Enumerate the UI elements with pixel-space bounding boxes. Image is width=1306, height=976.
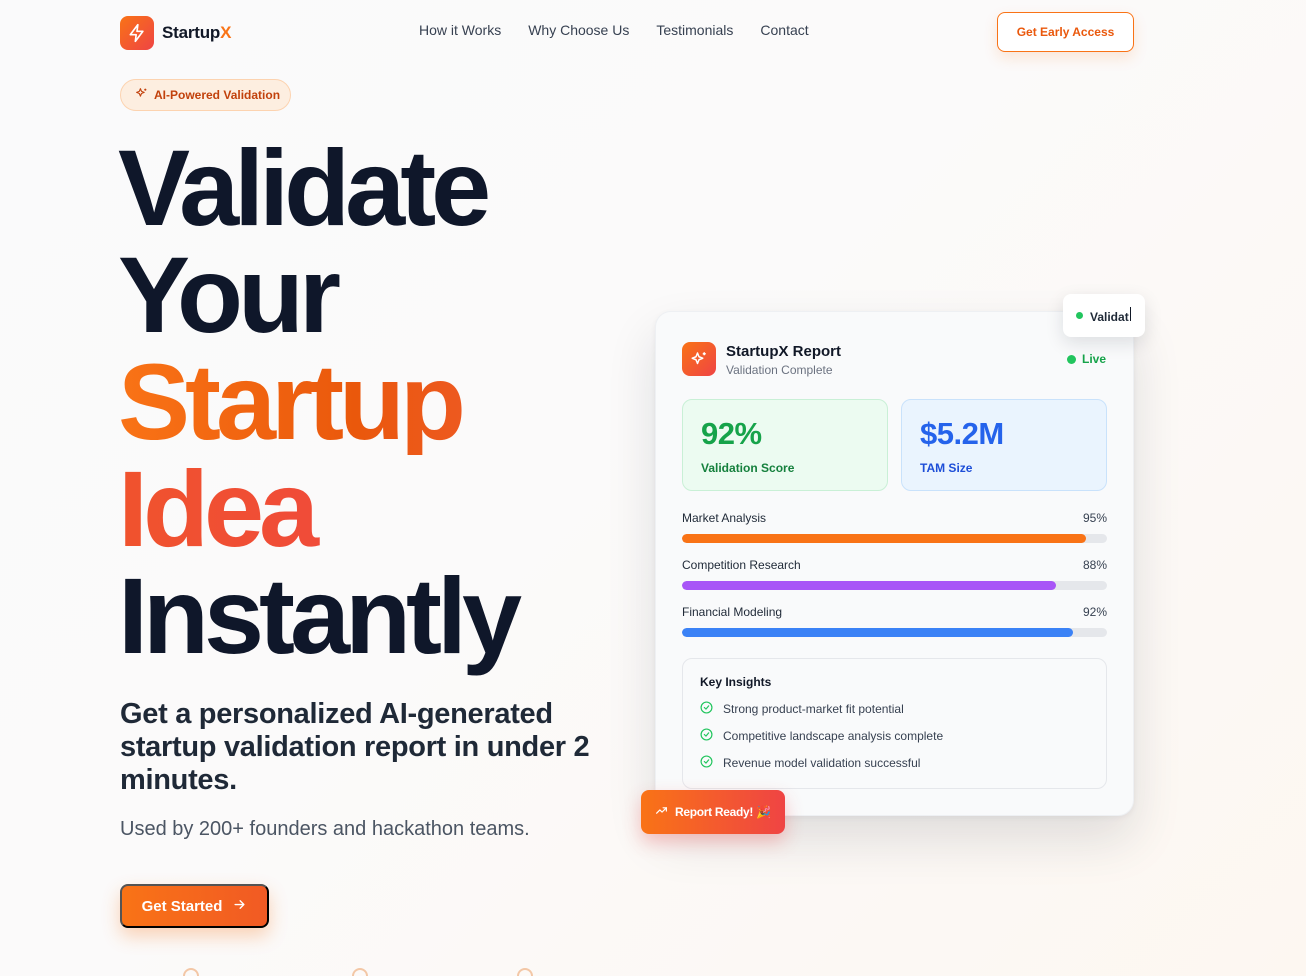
insight-text: Strong product-market fit potential [723, 701, 904, 716]
insights-title: Key Insights [700, 675, 772, 689]
headline-line-1: Validate [118, 127, 491, 248]
stat-label: TAM Size [920, 461, 973, 475]
progress-percent: 95% [1082, 511, 1107, 525]
top-nav: StartupX How it Works Why Choose Us Test… [0, 0, 1306, 64]
nav-link-contact[interactable]: Contact [760, 22, 808, 38]
progress-fill [682, 534, 1086, 543]
insight-text: Competitive landscape analysis complete [723, 728, 944, 743]
check-circle-icon [700, 727, 713, 744]
insight-item: Competitive landscape analysis complete [700, 722, 1089, 749]
hero-subhead: Get a personalized AI-generated startup … [120, 698, 590, 796]
nav-link-why-choose-us[interactable]: Why Choose Us [528, 22, 629, 38]
validation-score-stat: 92% Validation Score [682, 399, 888, 491]
insight-text: Revenue model validation successful [723, 755, 921, 770]
partial-icon [517, 968, 533, 976]
progress-percent: 92% [1082, 605, 1107, 619]
partial-icon [352, 968, 368, 976]
headline-line-4: Idea [118, 455, 517, 563]
report-ready-chip: Report Ready! 🎉 [641, 790, 785, 834]
check-circle-icon [700, 700, 713, 717]
typing-caret [1129, 307, 1132, 321]
logo[interactable]: StartupX [120, 16, 231, 50]
arrow-right-icon [232, 897, 247, 916]
progress-track [682, 628, 1107, 637]
progress-label: Market Analysis [682, 511, 767, 525]
progress-label: Financial Modeling [682, 605, 783, 619]
progress-track [682, 581, 1107, 590]
get-early-access-button[interactable]: Get Early Access [997, 12, 1134, 52]
headline-line-3: Startup [118, 348, 517, 456]
nav-links: How it Works Why Choose Us Testimonials … [419, 22, 809, 38]
validating-status-chip: Validat [1063, 294, 1145, 337]
stat-value: 92% [701, 416, 762, 451]
progress-label: Competition Research [682, 558, 801, 572]
logo-text: StartupX [162, 23, 232, 42]
progress-fill [682, 581, 1056, 590]
hero-headline: Validate Your Startup Idea Instantly [118, 127, 522, 676]
get-started-label: Get Started [141, 897, 223, 915]
sparkles-icon [682, 342, 716, 376]
insight-item: Revenue model validation successful [700, 749, 1089, 776]
tam-size-stat: $5.2M TAM Size [901, 399, 1107, 491]
progress-row: Financial Modeling 92% [682, 605, 1107, 645]
live-label: Live [1081, 352, 1106, 366]
progress-row: Market Analysis 95% [682, 511, 1107, 558]
report-subtitle: Validation Complete [726, 363, 833, 377]
get-started-button[interactable]: Get Started [120, 884, 269, 928]
report-title: StartupX Report [726, 343, 842, 360]
live-status: Live [1066, 352, 1106, 366]
progress-bars: Market Analysis 95% Competition Research 8… [682, 511, 1107, 645]
nav-link-testimonials[interactable]: Testimonials [656, 22, 733, 38]
progress-track [682, 534, 1107, 543]
stat-label: Validation Score [701, 461, 795, 475]
stat-value: $5.2M [920, 416, 1004, 451]
insight-item: Strong product-market fit potential [700, 695, 1089, 722]
check-circle-icon [700, 754, 713, 771]
partial-icon [183, 968, 199, 976]
progress-row: Competition Research 88% [682, 558, 1107, 605]
progress-fill [682, 628, 1073, 637]
headline-line-2: Your [118, 234, 341, 355]
validating-text: Validat [1090, 307, 1132, 324]
trending-up-icon [655, 804, 668, 820]
nav-link-how-it-works[interactable]: How it Works [419, 22, 501, 38]
ai-powered-badge: AI-Powered Validation [120, 79, 291, 111]
status-dot-icon [1076, 312, 1083, 319]
key-insights-panel: Key Insights Strong product-market fit p… [682, 658, 1107, 789]
badge-label: AI-Powered Validation [154, 88, 281, 102]
report-header: StartupX Report Validation Complete [682, 342, 841, 377]
progress-percent: 88% [1082, 558, 1107, 572]
sparkles-icon [135, 87, 148, 103]
status-dot-icon [1066, 354, 1076, 364]
lightning-icon [120, 16, 154, 50]
headline-line-5: Instantly [118, 555, 522, 676]
social-proof-text: Used by 200+ founders and hackathon team… [120, 818, 530, 840]
report-ready-text: Report Ready! 🎉 [675, 805, 771, 819]
report-preview-card: StartupX Report Validation Complete Live… [655, 311, 1134, 816]
